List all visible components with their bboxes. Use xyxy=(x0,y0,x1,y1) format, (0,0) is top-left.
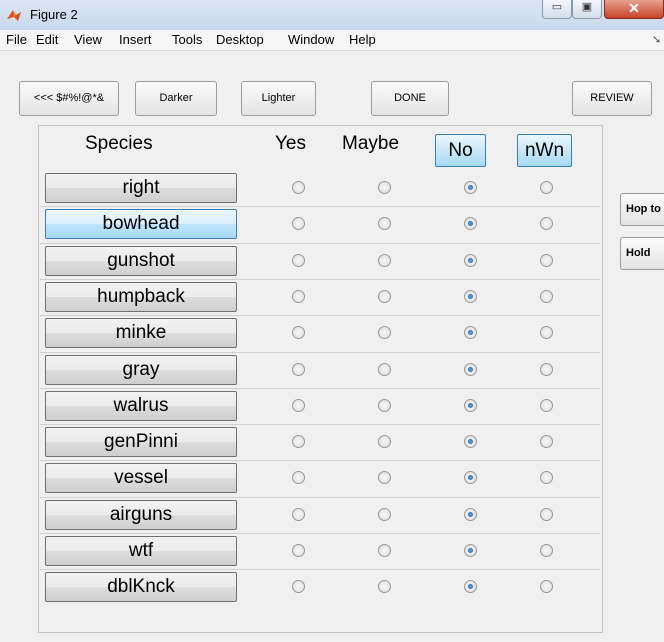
species-button-11[interactable]: dblKnck xyxy=(45,572,237,602)
radio-maybe[interactable] xyxy=(378,181,391,194)
menu-tools[interactable]: Tools xyxy=(172,30,202,50)
maximize-button[interactable]: ▣ xyxy=(572,0,602,19)
radio-no[interactable] xyxy=(464,435,477,448)
darker-button[interactable]: Darker xyxy=(135,81,217,116)
radio-maybe[interactable] xyxy=(378,217,391,230)
radio-nwn[interactable] xyxy=(540,544,553,557)
header-nwn-button[interactable]: nWn xyxy=(517,134,572,167)
radio-no[interactable] xyxy=(464,254,477,267)
radio-nwn[interactable] xyxy=(540,580,553,593)
species-button-3[interactable]: humpback xyxy=(45,282,237,312)
species-button-9[interactable]: airguns xyxy=(45,500,237,530)
radio-yes[interactable] xyxy=(292,290,305,303)
lighter-button[interactable]: Lighter xyxy=(241,81,316,116)
species-button-7[interactable]: genPinni xyxy=(45,427,237,457)
radio-yes[interactable] xyxy=(292,217,305,230)
window-title: Figure 2 xyxy=(30,7,78,22)
radio-nwn[interactable] xyxy=(540,181,553,194)
row-divider xyxy=(40,279,600,280)
menu-help[interactable]: Help xyxy=(349,30,376,50)
radio-yes[interactable] xyxy=(292,508,305,521)
species-button-5[interactable]: gray xyxy=(45,355,237,385)
radio-nwn[interactable] xyxy=(540,508,553,521)
radio-nwn[interactable] xyxy=(540,326,553,339)
radio-no[interactable] xyxy=(464,326,477,339)
radio-nwn[interactable] xyxy=(540,399,553,412)
species-button-8[interactable]: vessel xyxy=(45,463,237,493)
radio-no[interactable] xyxy=(464,399,477,412)
radio-maybe[interactable] xyxy=(378,254,391,267)
species-button-10[interactable]: wtf xyxy=(45,536,237,566)
radio-nwn[interactable] xyxy=(540,290,553,303)
row-divider xyxy=(40,243,600,244)
close-button[interactable]: ✕ xyxy=(604,0,664,19)
radio-maybe[interactable] xyxy=(378,471,391,484)
row-divider xyxy=(40,569,600,570)
header-yes: Yes xyxy=(275,133,306,154)
radio-maybe[interactable] xyxy=(378,544,391,557)
row-divider xyxy=(40,460,600,461)
hold-button[interactable]: Hold xyxy=(620,237,664,270)
review-button[interactable]: REVIEW xyxy=(572,81,652,116)
species-button-1[interactable]: bowhead xyxy=(45,209,237,239)
radio-yes[interactable] xyxy=(292,363,305,376)
minimize-button[interactable]: ▭ xyxy=(542,0,572,19)
row-divider xyxy=(40,352,600,353)
menu-insert[interactable]: Insert xyxy=(119,30,152,50)
radio-no[interactable] xyxy=(464,217,477,230)
hop-to-button[interactable]: Hop to xyxy=(620,193,664,226)
radio-nwn[interactable] xyxy=(540,471,553,484)
radio-maybe[interactable] xyxy=(378,399,391,412)
radio-maybe[interactable] xyxy=(378,508,391,521)
row-divider xyxy=(40,315,600,316)
radio-nwn[interactable] xyxy=(540,217,553,230)
back-button[interactable]: <<< $#%!@*& xyxy=(19,81,119,116)
menu-bar: File Edit View Insert Tools Desktop Wind… xyxy=(0,30,664,51)
radio-yes[interactable] xyxy=(292,399,305,412)
radio-maybe[interactable] xyxy=(378,326,391,339)
radio-yes[interactable] xyxy=(292,326,305,339)
row-divider xyxy=(40,424,600,425)
menu-view[interactable]: View xyxy=(74,30,102,50)
row-divider xyxy=(40,533,600,534)
radio-maybe[interactable] xyxy=(378,435,391,448)
radio-no[interactable] xyxy=(464,471,477,484)
radio-yes[interactable] xyxy=(292,471,305,484)
radio-no[interactable] xyxy=(464,290,477,303)
radio-nwn[interactable] xyxy=(540,363,553,376)
radio-yes[interactable] xyxy=(292,435,305,448)
radio-yes[interactable] xyxy=(292,254,305,267)
menu-desktop[interactable]: Desktop xyxy=(216,30,264,50)
radio-nwn[interactable] xyxy=(540,254,553,267)
radio-no[interactable] xyxy=(464,544,477,557)
radio-no[interactable] xyxy=(464,363,477,376)
row-divider xyxy=(40,206,600,207)
menu-file[interactable]: File xyxy=(6,30,27,50)
radio-maybe[interactable] xyxy=(378,363,391,376)
radio-maybe[interactable] xyxy=(378,580,391,593)
row-divider xyxy=(40,497,600,498)
header-maybe: Maybe xyxy=(342,133,400,154)
species-button-6[interactable]: walrus xyxy=(45,391,237,421)
matlab-icon xyxy=(7,10,21,21)
menu-edit[interactable]: Edit xyxy=(36,30,58,50)
radio-yes[interactable] xyxy=(292,580,305,593)
menu-window[interactable]: Window xyxy=(288,30,334,50)
species-button-0[interactable]: right xyxy=(45,173,237,203)
radio-yes[interactable] xyxy=(292,544,305,557)
row-divider xyxy=(40,388,600,389)
menu-overflow-icon[interactable]: ➘ xyxy=(652,30,661,50)
radio-yes[interactable] xyxy=(292,181,305,194)
species-button-2[interactable]: gunshot xyxy=(45,246,237,276)
species-button-4[interactable]: minke xyxy=(45,318,237,348)
radio-no[interactable] xyxy=(464,508,477,521)
header-species: Species xyxy=(85,133,153,154)
radio-maybe[interactable] xyxy=(378,290,391,303)
radio-no[interactable] xyxy=(464,181,477,194)
header-no-button[interactable]: No xyxy=(435,134,486,167)
radio-nwn[interactable] xyxy=(540,435,553,448)
title-bar: Figure 2 ▭ ▣ ✕ xyxy=(0,0,664,31)
radio-no[interactable] xyxy=(464,580,477,593)
done-button[interactable]: DONE xyxy=(371,81,449,116)
